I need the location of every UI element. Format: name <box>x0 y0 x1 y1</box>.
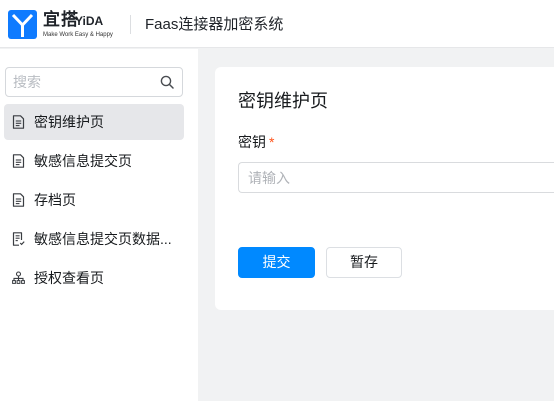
sidebar-item-authorized-view[interactable]: 授权查看页 <box>4 260 184 296</box>
form-title: 密钥维护页 <box>238 91 328 111</box>
document-icon <box>12 193 25 207</box>
brand-name-cn: 宜搭 <box>43 10 79 29</box>
key-field-label: 密钥 * <box>238 133 274 151</box>
sidebar-item-archive[interactable]: 存档页 <box>4 182 184 218</box>
app-header: 宜搭 YiDA Make Work Easy & Happy Faas连接器加密… <box>0 0 554 48</box>
sidebar-item-label: 存档页 <box>34 192 76 208</box>
search-icon[interactable] <box>160 75 174 89</box>
document-icon <box>12 115 25 129</box>
app-title: Faas连接器加密系统 <box>145 16 284 33</box>
brand[interactable]: 宜搭 YiDA Make Work Easy & Happy <box>43 9 123 41</box>
key-input[interactable] <box>238 162 554 193</box>
sidebar-item-label: 授权查看页 <box>34 270 104 286</box>
brand-name-en: YiDA <box>75 14 104 28</box>
sidebar-item-key-maintenance[interactable]: 密钥维护页 <box>4 104 184 140</box>
brand-slogan: Make Work Easy & Happy <box>43 32 113 38</box>
sidebar-item-label: 敏感信息提交页数据... <box>34 231 172 247</box>
sidebar-item-label: 密钥维护页 <box>34 114 104 130</box>
save-draft-button[interactable]: 暂存 <box>326 247 402 278</box>
search-input[interactable] <box>6 68 156 96</box>
key-field-label-text: 密钥 <box>238 134 266 150</box>
search-box[interactable] <box>5 67 183 97</box>
document-icon <box>12 154 25 168</box>
form-card: 密钥维护页 密钥* 提交 暂存 <box>215 67 554 310</box>
yida-logo-icon[interactable] <box>8 10 37 39</box>
sidebar-menu: 密钥维护页 敏感信息提交页 存档页 敏感信息提交页数据... 授权查看页 <box>4 104 184 299</box>
document-list-icon <box>12 232 25 246</box>
header-divider <box>130 15 131 34</box>
sidebar-item-sensitive-info-submit[interactable]: 敏感信息提交页 <box>4 143 184 179</box>
sidebar: 密钥维护页 敏感信息提交页 存档页 <box>0 49 198 401</box>
org-tree-icon <box>12 271 25 284</box>
required-mark: * <box>269 134 275 150</box>
sidebar-item-sensitive-info-data[interactable]: 敏感信息提交页数据... <box>4 221 184 257</box>
submit-button[interactable]: 提交 <box>238 247 315 278</box>
sidebar-item-label: 敏感信息提交页 <box>34 153 132 169</box>
